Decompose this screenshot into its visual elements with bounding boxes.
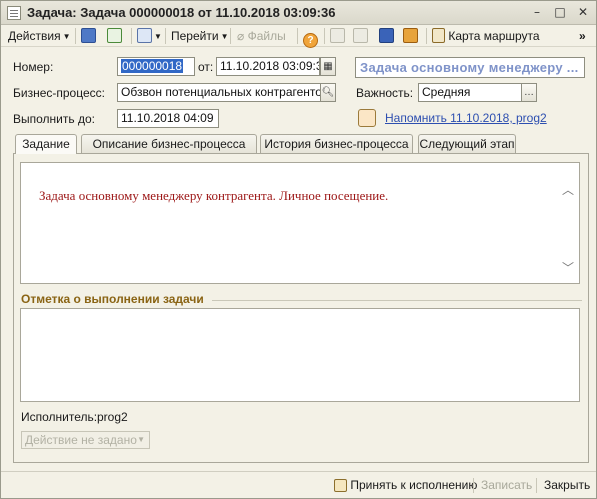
task-heading: Задача основному менеджеру ... (355, 57, 585, 78)
go-menu-label: Перейти (171, 29, 219, 43)
toolbar-overflow-button[interactable]: » (579, 27, 586, 45)
route-map-label: Карта маршрута (448, 29, 540, 43)
completion-note-area[interactable] (20, 308, 580, 402)
help-icon: ? (303, 33, 318, 48)
number-label: Номер: (13, 60, 54, 74)
importance-select-button[interactable]: … (521, 83, 537, 102)
due-date-field[interactable]: 11.10.2018 04:09 (117, 109, 219, 128)
action-select[interactable]: Действие не задано ▼ (21, 431, 150, 449)
business-process-label: Бизнес-процесс: (13, 86, 105, 100)
enter-based-on-button[interactable]: ▼ (137, 27, 162, 45)
actions-menu-button[interactable]: Действия ▼ (8, 27, 71, 45)
business-process-button[interactable] (403, 27, 418, 45)
files-label: Файлы (247, 29, 286, 43)
toolbar-separator (324, 28, 325, 44)
accept-task-icon (334, 479, 347, 492)
section-divider (212, 300, 582, 301)
action-select-value: Действие не задано (25, 433, 137, 447)
task-tab-panel: Задача основному менеджеру контрагента. … (13, 153, 589, 463)
maximize-button[interactable]: □ (551, 4, 569, 21)
bottom-bar: Принять к исполнению Записать Закрыть (1, 471, 596, 498)
tree-list-icon (353, 28, 368, 43)
save-button[interactable]: Записать (481, 478, 532, 492)
caret-down-icon: ▼ (154, 32, 162, 41)
tab-process-history[interactable]: История бизнес-процесса (260, 134, 413, 153)
save-to-list-button[interactable] (81, 27, 96, 45)
from-label: от: (198, 60, 214, 74)
files-button[interactable]: ⌀ Файлы (237, 27, 286, 45)
magnifier-icon: 🔍︎ (321, 87, 335, 98)
save-arrow-icon (81, 28, 96, 43)
go-menu-button[interactable]: Перейти ▼ (171, 27, 228, 45)
due-date-label: Выполнить до: (13, 112, 95, 126)
tab-next-stage[interactable]: Следующий этап (418, 134, 516, 153)
route-map-button[interactable]: Карта маршрута (432, 27, 540, 45)
window-title: Задача: Задача 000000018 от 11.10.2018 0… (27, 5, 336, 20)
executor-value: prog2 (97, 410, 128, 424)
date-field[interactable]: 11.10.2018 03:09:36 (216, 57, 320, 76)
redirect-button[interactable] (379, 27, 394, 45)
toolbar-separator (165, 28, 166, 44)
accept-label: Принять к исполнению (350, 478, 478, 492)
caret-down-icon: ▼ (137, 435, 145, 444)
process-icon (403, 28, 418, 43)
calendar-icon: ▦ (323, 61, 333, 72)
task-description-text: Задача основному менеджеру контрагента. … (39, 188, 389, 203)
scroll-down-icon[interactable]: ﹀ (562, 262, 574, 274)
ellipsis-icon: … (524, 87, 534, 98)
close-window-button[interactable]: ✕ (574, 4, 592, 21)
tab-task[interactable]: Задание (15, 134, 77, 154)
refresh-button[interactable] (107, 27, 122, 45)
tree-view-button[interactable] (353, 27, 368, 45)
actions-menu-label: Действия (8, 29, 61, 43)
task-window: Задача: Задача 000000018 от 11.10.2018 0… (0, 0, 597, 499)
toolbar-separator (131, 28, 132, 44)
toolbar-separator (230, 28, 231, 44)
close-button[interactable]: Закрыть (544, 478, 590, 492)
list-icon (330, 28, 345, 43)
paperclip-icon: ⌀ (237, 29, 245, 43)
importance-label: Важность: (356, 86, 414, 100)
toolbar-separator (297, 28, 298, 44)
document-icon (7, 6, 21, 20)
task-description-area[interactable]: Задача основному менеджеру контрагента. … (20, 162, 580, 284)
route-map-icon (432, 28, 445, 43)
alarm-clock-icon[interactable] (358, 109, 376, 127)
tab-process-description[interactable]: Описание бизнес-процесса (81, 134, 257, 153)
caret-down-icon: ▼ (62, 32, 71, 41)
toolbar: Действия ▼ ▼ Перейти ▼ ⌀ Файлы ? Карта м… (1, 25, 596, 48)
caret-down-icon: ▼ (220, 32, 229, 41)
list-view-button[interactable] (330, 27, 345, 45)
toolbar-separator (426, 28, 427, 44)
calendar-button[interactable]: ▦ (320, 57, 336, 76)
toolbar-separator (75, 28, 76, 44)
title-bar: Задача: Задача 000000018 от 11.10.2018 0… (1, 1, 596, 25)
business-process-field[interactable]: Обзвон потенциальных контрагентов 0 (117, 83, 321, 102)
accept-button[interactable]: Принять к исполнению (334, 478, 477, 492)
importance-field[interactable]: Средняя (418, 83, 522, 102)
help-button[interactable]: ? (303, 27, 318, 48)
executor-label: Исполнитель: (21, 410, 98, 424)
number-field[interactable]: 000000018 (117, 57, 195, 76)
enter-based-on-icon (137, 28, 152, 43)
process-open-button[interactable]: 🔍︎ (320, 83, 336, 102)
scroll-up-icon[interactable]: ︿ (562, 184, 574, 196)
minimize-button[interactable]: – (528, 4, 546, 21)
completion-section-title: Отметка о выполнении задачи (21, 292, 204, 306)
remind-link[interactable]: Напомнить 11.10.2018, prog2 (385, 111, 547, 125)
refresh-icon (107, 28, 122, 43)
button-separator (473, 478, 474, 493)
button-separator (536, 478, 537, 493)
redirect-arrow-icon (379, 28, 394, 43)
number-value: 000000018 (121, 59, 184, 73)
